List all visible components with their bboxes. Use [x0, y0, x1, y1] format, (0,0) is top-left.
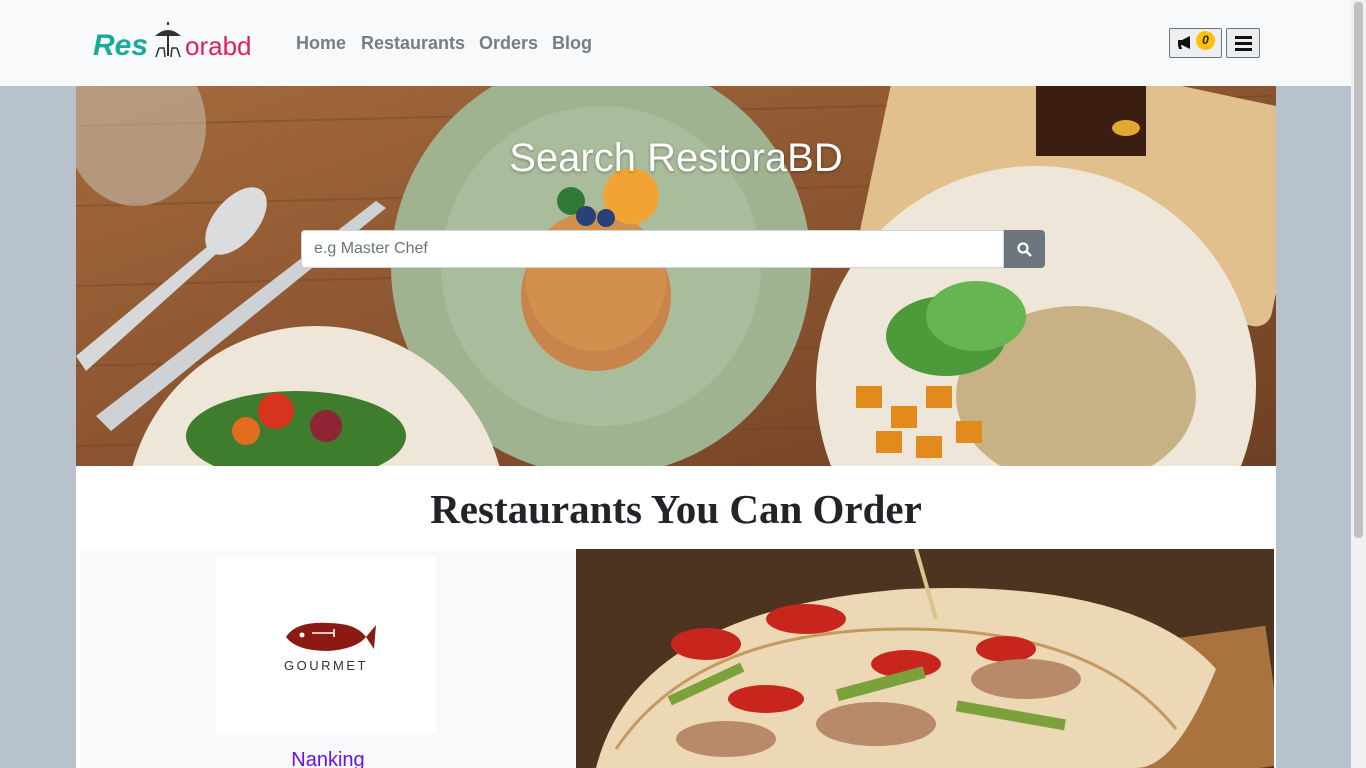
restaurant-logo-text: GOURMET [284, 658, 368, 673]
restaurant-food-image [576, 549, 1274, 768]
bullhorn-icon [1178, 36, 1190, 49]
page-scrollbar-thumb[interactable] [1354, 2, 1363, 538]
restorabd-logo[interactable]: Res orabd [93, 22, 259, 62]
nav-home[interactable]: Home [296, 33, 346, 54]
search-button[interactable] [1004, 230, 1045, 268]
notification-count-badge: 0 [1196, 31, 1215, 50]
section-title: Restaurants You Can Order [430, 486, 922, 532]
logo-text-orabd: orabd [185, 31, 252, 61]
logo-text-res: Res [93, 29, 148, 62]
restaurant-name-link[interactable]: Nanking [80, 749, 576, 768]
navbar: Res orabd Home Restaurants Orders Blog 0 [0, 0, 1351, 86]
menu-toggle-button[interactable] [1226, 28, 1260, 58]
hamburger-menu-icon [1235, 36, 1252, 51]
nav-orders[interactable]: Orders [479, 33, 538, 54]
search-icon [1017, 242, 1032, 257]
restaurant-logo[interactable]: GOURMET [216, 557, 436, 733]
hero-title: Search RestoraBD [509, 136, 843, 180]
restaurant-search-input[interactable] [301, 230, 1004, 268]
nav-restaurants[interactable]: Restaurants [361, 33, 465, 54]
hero-banner: Search RestoraBD [76, 86, 1276, 466]
nav-blog[interactable]: Blog [552, 33, 592, 54]
